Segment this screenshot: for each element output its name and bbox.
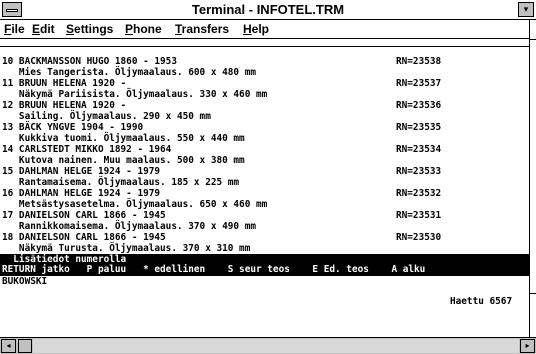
menu-help[interactable]: Help — [243, 21, 269, 37]
record-rn: RN=23530 — [396, 232, 442, 243]
vertical-scrollbar[interactable] — [529, 20, 536, 346]
record-detail: Kutova nainen. Muu maalaus. 500 x 380 mm — [2, 155, 245, 166]
scroll-tick — [530, 293, 536, 294]
menu-help-accel: H — [243, 22, 252, 36]
command-keys: RETURN jatko P paluu * edellinen S seur … — [2, 264, 426, 275]
menu-settings-label: ettings — [74, 22, 114, 36]
record-detail: Näkymä Turusta. Öljymaalaus. 370 x 310 m… — [2, 243, 251, 254]
menu-edit-accel: E — [32, 22, 41, 36]
record-head: 18 DANIELSON CARL 1866 - 1945 — [2, 232, 166, 243]
record-head: 15 DAHLMAN HELGE 1924 - 1979 — [2, 166, 161, 177]
menu-phone-label: hone — [133, 22, 162, 36]
record-rn: RN=23535 — [396, 122, 442, 133]
menu-transfers-label: ransfers — [181, 22, 230, 36]
record-detail: Rannikkomaisema. Öljymaalaus. 370 x 490 … — [2, 221, 256, 232]
record-rn: RN=23531 — [396, 210, 442, 221]
record-head: 10 BACKMANSSON HUGO 1860 - 1953 — [2, 56, 177, 67]
record-rn: RN=23536 — [396, 100, 442, 111]
record-rn: RN=23538 — [396, 56, 442, 67]
menu-edit[interactable]: Edit — [32, 21, 55, 37]
menu-edit-label: dit — [40, 22, 55, 36]
menu-settings[interactable]: Settings — [66, 21, 113, 37]
horizontal-scrollbar[interactable]: ◂ ▸ — [0, 337, 536, 354]
record-head: 12 BRUUN HELENA 1920 - — [2, 100, 127, 111]
record-rn: RN=23534 — [396, 144, 442, 155]
menu-transfers-accel: T — [175, 22, 182, 36]
menu-help-label: elp — [251, 22, 270, 36]
record-detail: Mies Tangerista. Öljymaalaus. 600 x 480 … — [2, 67, 256, 78]
title-bar: Terminal - INFOTEL.TRM ▾ — [0, 0, 536, 20]
system-menu-button[interactable] — [2, 2, 22, 17]
menu-file-label: ile — [11, 22, 25, 36]
system-menu-icon — [6, 9, 18, 12]
terminal-window: Terminal - INFOTEL.TRM ▾ File Edit Setti… — [0, 0, 536, 354]
menu-phone-accel: P — [125, 22, 134, 36]
record-head: 11 BRUUN HELENA 1920 - — [2, 78, 127, 89]
record-detail: Metsästysasetelma. Öljymaalaus. 650 x 46… — [2, 199, 268, 210]
scroll-right-button[interactable]: ▸ — [520, 339, 535, 353]
menu-settings-accel: S — [66, 22, 75, 36]
maximize-button[interactable]: ▾ — [518, 2, 534, 17]
record-detail: Näkymä Pariisista. Öljymaalaus. 330 x 46… — [2, 89, 268, 100]
record-head: 14 CARLSTEDT MIKKO 1892 - 1964 — [2, 144, 172, 155]
record-rn: RN=23533 — [396, 166, 442, 177]
record-rn: RN=23532 — [396, 188, 442, 199]
record-detail: Kukkiva tuomi. Öljymaalaus. 550 x 440 mm — [2, 133, 245, 144]
hit-count: Haettu 6567 — [450, 296, 513, 307]
menu-phone[interactable]: Phone — [125, 21, 162, 37]
record-detail: Sailing. Öljymaalaus. 290 x 450 mm — [2, 111, 211, 122]
terminal-top-rule — [0, 40, 536, 47]
terminal-screen[interactable]: 10 BACKMANSSON HUGO 1860 - 1953 RN=23538… — [0, 40, 536, 336]
menu-transfers[interactable]: Transfers — [175, 21, 229, 37]
window-title: Terminal - INFOTEL.TRM — [191, 2, 345, 17]
record-head: 17 DANIELSON CARL 1866 - 1945 — [2, 210, 166, 221]
scroll-thumb[interactable] — [18, 339, 32, 353]
record-rn: RN=23537 — [396, 78, 442, 89]
scroll-tick — [530, 39, 536, 40]
search-query: BUKOWSKI — [2, 276, 48, 287]
command-bar: Lisätiedot numerolla RETURN jatko P palu… — [0, 254, 529, 276]
menu-bar: File Edit Settings Phone Transfers Help — [0, 20, 536, 39]
record-head: 13 BÄCK YNGVE 1904 - 1990 — [2, 122, 144, 133]
scroll-left-button[interactable]: ◂ — [1, 339, 16, 353]
record-detail: Rantamaisema. Öljymaalaus. 185 x 225 mm — [2, 177, 240, 188]
record-head: 16 DAHLMAN HELGE 1924 - 1979 — [2, 188, 161, 199]
scroll-track[interactable] — [33, 339, 519, 353]
menu-file[interactable]: File — [4, 21, 25, 37]
